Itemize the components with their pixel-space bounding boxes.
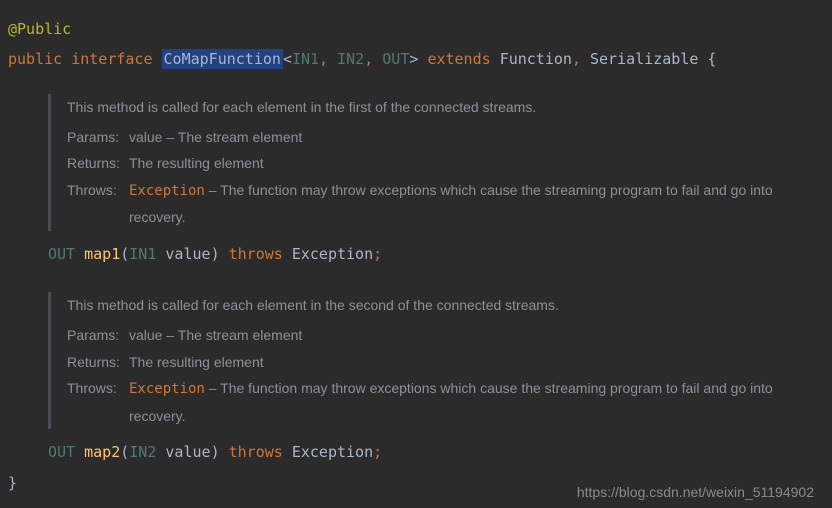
param-type: IN2	[129, 443, 156, 461]
class-name-highlighted[interactable]: CoMapFunction	[162, 49, 283, 69]
type-param-in1: IN1	[292, 50, 319, 68]
annotation-line: @Public	[0, 14, 832, 44]
doc-throws-row: Throws: Exception – The function may thr…	[67, 177, 832, 231]
doc-block-map2: This method is called for each element i…	[48, 292, 832, 429]
method-name-map2: map2	[84, 443, 120, 461]
doc-params-value: value – The stream element	[129, 322, 832, 349]
return-type: OUT	[48, 245, 75, 263]
public-keyword: public	[8, 50, 62, 68]
doc-throws-label: Throws:	[67, 177, 129, 231]
class-declaration-line: public interface CoMapFunction<IN1, IN2,…	[0, 44, 832, 74]
annotation-text: @Public	[8, 20, 71, 38]
doc-params-label: Params:	[67, 322, 129, 349]
doc-params-value: value – The stream element	[129, 124, 832, 151]
doc-description: This method is called for each element i…	[67, 292, 832, 319]
doc-returns-row: Returns: The resulting element	[67, 150, 832, 177]
doc-params-label: Params:	[67, 124, 129, 151]
doc-description: This method is called for each element i…	[67, 94, 832, 121]
throws-keyword: throws	[229, 443, 283, 461]
doc-block-map1: This method is called for each element i…	[48, 94, 832, 231]
doc-returns-value: The resulting element	[129, 150, 832, 177]
type-param-in2: IN2	[337, 50, 364, 68]
super-function: Function	[500, 50, 572, 68]
exception-code: Exception	[129, 381, 205, 397]
doc-throws-value: Exception – The function may throw excep…	[129, 177, 832, 231]
method-name-map1: map1	[84, 245, 120, 263]
doc-returns-label: Returns:	[67, 349, 129, 376]
extends-keyword: extends	[427, 50, 490, 68]
doc-throws-value: Exception – The function may throw excep…	[129, 375, 832, 429]
method-map1-signature: OUT map1(IN1 value) throws Exception;	[0, 237, 832, 273]
method-map2-signature: OUT map2(IN2 value) throws Exception;	[0, 435, 832, 471]
doc-returns-row: Returns: The resulting element	[67, 349, 832, 376]
return-type: OUT	[48, 443, 75, 461]
type-param-out: OUT	[382, 50, 409, 68]
doc-returns-label: Returns:	[67, 150, 129, 177]
doc-returns-value: The resulting element	[129, 349, 832, 376]
doc-throws-row: Throws: Exception – The function may thr…	[67, 375, 832, 429]
interface-keyword: interface	[71, 50, 152, 68]
throws-keyword: throws	[229, 245, 283, 263]
watermark-text: https://blog.csdn.net/weixin_51194902	[577, 484, 814, 500]
doc-params-row: Params: value – The stream element	[67, 124, 832, 151]
super-serializable: Serializable	[590, 50, 698, 68]
doc-throws-label: Throws:	[67, 375, 129, 429]
exception-code: Exception	[129, 183, 205, 199]
param-type: IN1	[129, 245, 156, 263]
doc-params-row: Params: value – The stream element	[67, 322, 832, 349]
